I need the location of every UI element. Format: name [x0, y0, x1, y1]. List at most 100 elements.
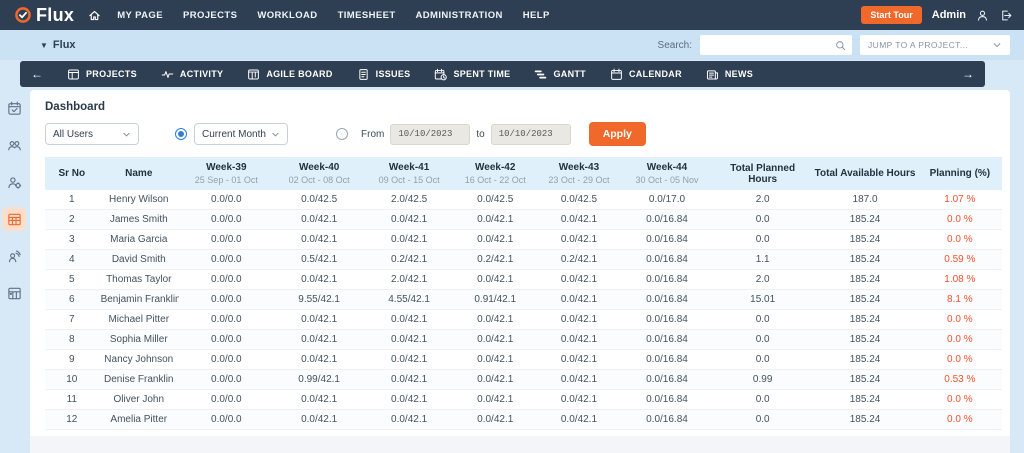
cell-week-44: 0.0/16.84	[621, 210, 713, 230]
search-input-wrap	[700, 35, 852, 55]
cell-week-40: 0.0/42.1	[274, 410, 365, 430]
nav-item-help[interactable]: HELP	[523, 10, 550, 21]
tab-activity[interactable]: ACTIVITY	[161, 68, 223, 81]
tab-issues[interactable]: ISSUES	[357, 68, 411, 81]
col-header-sr-no: Sr No	[45, 157, 99, 190]
cell-week-42: 0.0/42.5	[454, 190, 537, 210]
nav-item-workload[interactable]: WORKLOAD	[257, 10, 317, 21]
cell-name: Nancy Johnson	[99, 350, 179, 370]
cell-planning-pct: 0.0 %	[918, 210, 1002, 230]
tab-news[interactable]: NEWS	[706, 68, 753, 81]
user-icon[interactable]	[976, 9, 989, 22]
cell-planning-pct: 0.0 %	[918, 390, 1002, 410]
activity-icon	[161, 68, 174, 81]
cell-week-42: 0.0/42.1	[454, 410, 537, 430]
sidebar-item-user-gear[interactable]	[2, 170, 26, 194]
cell-total-available: 185.24	[812, 410, 917, 430]
left-icon-sidebar	[0, 96, 28, 305]
table-row: 9Nancy Johnson0.0/0.00.0/42.10.0/42.10.0…	[45, 350, 1002, 370]
cell-week-40: 0.0/42.5	[274, 190, 365, 210]
tab-list: PROJECTS ACTIVITY AGILE BOARD ISSUES SPENT T…	[67, 68, 753, 81]
news-icon	[706, 68, 719, 81]
user-filter-select[interactable]: All Users	[45, 123, 139, 145]
cell-planning-pct: 0.59 %	[918, 250, 1002, 270]
col-header-daterange: 25 Sep - 01 Oct	[181, 175, 272, 185]
nav-item-timesheet[interactable]: TIMESHEET	[338, 10, 396, 21]
cell-week-40: 0.5/42.1	[274, 250, 365, 270]
cell-week-43: 0.0/42.1	[537, 350, 621, 370]
start-tour-button[interactable]: Start Tour	[861, 6, 921, 24]
jump-to-project-select[interactable]: JUMP TO A PROJECT...	[860, 35, 1010, 55]
cell-week-43: 0.2/42.1	[537, 250, 621, 270]
cell-planning-pct: 0.53 %	[918, 370, 1002, 390]
table-row: 8Sophia Miller0.0/0.00.0/42.10.0/42.10.0…	[45, 330, 1002, 350]
col-header-label: Week-41	[367, 162, 452, 173]
sidebar-item-modules-grid[interactable]	[2, 281, 26, 305]
nav-item-administration[interactable]: ADMINISTRATION	[416, 10, 503, 21]
page-title: Dashboard	[45, 101, 1010, 113]
date-range-radio[interactable]	[336, 128, 348, 140]
tab-spent-time[interactable]: SPENT TIME	[434, 68, 510, 81]
sidebar-item-calendar-check[interactable]	[2, 96, 26, 120]
cell-total-available: 187.0	[812, 190, 917, 210]
tab-calendar[interactable]: CALENDAR	[610, 68, 682, 81]
search-label: Search:	[658, 40, 692, 51]
cell-week-41: 0.0/42.1	[365, 350, 454, 370]
flux-logo[interactable]: Flux	[14, 5, 74, 26]
from-date-input[interactable]	[390, 124, 470, 145]
cell-week-39: 0.0/0.0	[179, 230, 274, 250]
cell-week-41: 0.0/42.1	[365, 370, 454, 390]
main-menu: MY PAGE PROJECTS WORKLOAD TIMESHEET ADMINIST…	[117, 10, 550, 21]
search-input[interactable]	[706, 40, 835, 51]
project-header-bar: ▼ Flux Search: JUMP TO A PROJECT...	[0, 30, 1024, 60]
table-row: 3Maria Garcia0.0/0.00.0/42.10.0/42.10.0/…	[45, 230, 1002, 250]
project-switcher[interactable]: ▼ Flux	[40, 39, 76, 51]
search-icon[interactable]	[835, 40, 846, 51]
sidebar-item-user-signal[interactable]	[2, 244, 26, 268]
period-select[interactable]: Current Month	[194, 123, 288, 145]
cell-week-39: 0.0/0.0	[179, 330, 274, 350]
sidebar-item-user-group[interactable]	[2, 133, 26, 157]
cell-week-44: 0.0/16.84	[621, 350, 713, 370]
scroll-right-arrow[interactable]: →	[962, 68, 974, 80]
cell-week-40: 0.0/42.1	[274, 310, 365, 330]
logo-text: Flux	[36, 5, 74, 26]
scroll-left-arrow[interactable]: ←	[31, 68, 43, 80]
cell-sr-no: 8	[45, 330, 99, 350]
navbar-right: Start Tour Admin	[861, 6, 1012, 24]
cell-week-40: 0.0/42.1	[274, 270, 365, 290]
cell-total-available: 185.24	[812, 310, 917, 330]
cell-sr-no: 11	[45, 390, 99, 410]
cell-sr-no: 3	[45, 230, 99, 250]
cell-week-42: 0.2/42.1	[454, 250, 537, 270]
cell-total-planned: 0.0	[713, 410, 813, 430]
tab-gantt[interactable]: GANTT	[534, 68, 586, 81]
table-row: 5Thomas Taylor0.0/0.00.0/42.12.0/42.10.0…	[45, 270, 1002, 290]
cell-week-40: 0.0/42.1	[274, 230, 365, 250]
tab-agile-board[interactable]: AGILE BOARD	[247, 68, 332, 81]
col-header-label: Week-42	[456, 162, 535, 173]
nav-item-projects[interactable]: PROJECTS	[183, 10, 237, 21]
navbar-left: Flux MY PAGE PROJECTS WORKLOAD TIMESHEET ADM…	[14, 5, 550, 26]
admin-user-label[interactable]: Admin	[932, 9, 966, 21]
cell-week-44: 0.0/16.84	[621, 250, 713, 270]
cell-name: David Smith	[99, 250, 179, 270]
current-month-radio[interactable]	[175, 128, 187, 140]
tab-projects[interactable]: PROJECTS	[67, 68, 137, 81]
cell-planning-pct: 8.1 %	[918, 290, 1002, 310]
tab-label: AGILE BOARD	[266, 69, 332, 79]
home-icon[interactable]	[88, 9, 101, 22]
cell-total-available: 185.24	[812, 290, 917, 310]
apply-button[interactable]: Apply	[589, 122, 646, 146]
cell-total-available: 185.24	[812, 270, 917, 290]
cell-total-available: 185.24	[812, 370, 917, 390]
cell-week-41: 0.0/42.1	[365, 230, 454, 250]
tab-label: SPENT TIME	[453, 69, 510, 79]
nav-item-my-page[interactable]: MY PAGE	[117, 10, 163, 21]
sidebar-item-planning-table[interactable]	[2, 207, 26, 231]
tab-label: CALENDAR	[629, 69, 682, 79]
logout-icon[interactable]	[999, 9, 1012, 22]
to-date-input[interactable]	[491, 124, 571, 145]
cell-week-42: 0.0/42.1	[454, 210, 537, 230]
cell-week-39: 0.0/0.0	[179, 350, 274, 370]
